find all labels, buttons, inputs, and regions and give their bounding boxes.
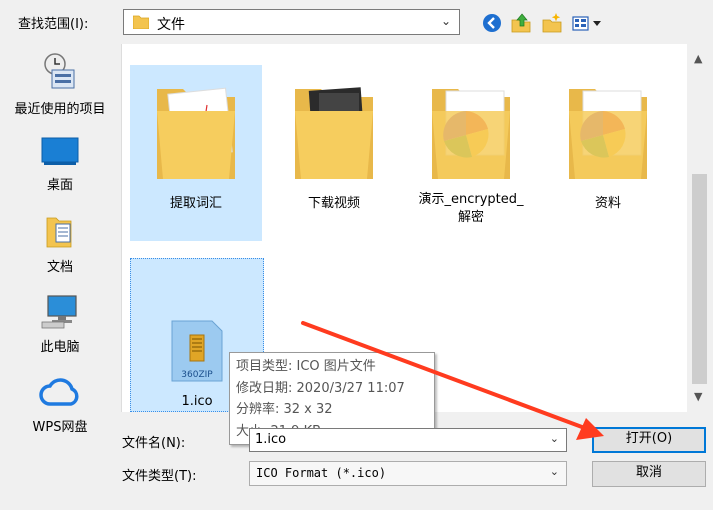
folder-icon	[432, 89, 510, 179]
places-sidebar: 最近使用的项目 桌面 文档 此电脑 WPS网盘	[0, 44, 120, 494]
folder-icon	[295, 87, 373, 179]
file-name-line2: 解密	[457, 210, 484, 225]
file-type-value: ICO Format (*.ico)	[256, 466, 387, 480]
file-name: 提取词汇	[169, 196, 222, 211]
file-name-input[interactable]: 1.ico ⌄	[249, 428, 567, 452]
tooltip-type: 项目类型: ICO 图片文件	[236, 359, 376, 374]
folder-icon	[133, 15, 149, 29]
tooltip-modified: 修改日期: 2020/3/27 11:07	[236, 380, 405, 396]
360zip-label: 360ZIP	[181, 370, 213, 380]
sidebar-item-label: WPS网盘	[32, 420, 88, 435]
file-name: 资料	[594, 196, 621, 211]
sidebar-item-this-pc[interactable]: 此电脑	[0, 294, 120, 355]
desktop-icon	[41, 137, 79, 165]
chevron-down-icon[interactable]: ⌄	[550, 432, 559, 445]
360zip-icon: 360ZIP	[171, 320, 223, 382]
chevron-down-icon[interactable]: ⌄	[550, 465, 559, 478]
folder-icon	[157, 87, 235, 179]
file-name-value: 1.ico	[255, 432, 287, 447]
cloud-icon	[39, 378, 79, 406]
file-item-folder[interactable]: 下载视频	[268, 65, 400, 241]
sidebar-item-documents[interactable]: 文档	[0, 214, 120, 275]
file-type-label: 文件类型(T):	[122, 469, 197, 484]
this-pc-icon	[41, 295, 77, 329]
tooltip-resolution: 分辨率: 32 x 32	[236, 402, 333, 417]
scroll-up-icon[interactable]: ▲	[694, 52, 702, 65]
file-item-folder[interactable]: 演示_encrypted_ 解密	[405, 65, 537, 241]
recent-items-icon	[44, 53, 75, 89]
documents-icon	[46, 217, 72, 248]
file-item-folder[interactable]: 资料	[542, 65, 674, 241]
look-in-label: 查找范围(I):	[18, 17, 89, 32]
cancel-button[interactable]: 取消	[592, 461, 706, 487]
file-type-dropdown[interactable]: ICO Format (*.ico) ⌄	[249, 461, 567, 486]
file-name-label: 文件名(N):	[122, 436, 186, 451]
sidebar-item-label: 文档	[46, 260, 73, 275]
sidebar-item-recent[interactable]: 最近使用的项目	[0, 52, 120, 117]
scrollbar-thumb[interactable]	[692, 174, 707, 384]
chevron-down-icon[interactable]: ⌄	[441, 14, 451, 28]
open-button[interactable]: 打开(O)	[592, 427, 706, 453]
scroll-down-icon[interactable]: ▼	[694, 390, 702, 403]
file-list-scrollbar[interactable]: ▲ ▼	[687, 44, 712, 412]
sidebar-item-label: 桌面	[46, 178, 73, 193]
look-in-value: 文件	[157, 17, 185, 33]
file-name: 下载视频	[307, 196, 360, 211]
sidebar-item-wps-cloud[interactable]: WPS网盘	[0, 374, 120, 435]
folder-icon	[569, 89, 647, 179]
file-name-line1: 演示_encrypted_	[418, 192, 524, 207]
up-folder-icon[interactable]	[510, 12, 532, 34]
back-icon[interactable]	[481, 12, 503, 34]
sidebar-item-label: 最近使用的项目	[14, 102, 106, 117]
look-in-dropdown[interactable]: 文件 ⌄	[123, 9, 460, 35]
new-folder-icon[interactable]	[541, 12, 563, 34]
file-item-folder[interactable]: 提取词汇	[130, 65, 262, 241]
view-menu-icon[interactable]	[571, 12, 607, 34]
sidebar-item-label: 此电脑	[40, 340, 80, 355]
sidebar-item-desktop[interactable]: 桌面	[0, 136, 120, 193]
